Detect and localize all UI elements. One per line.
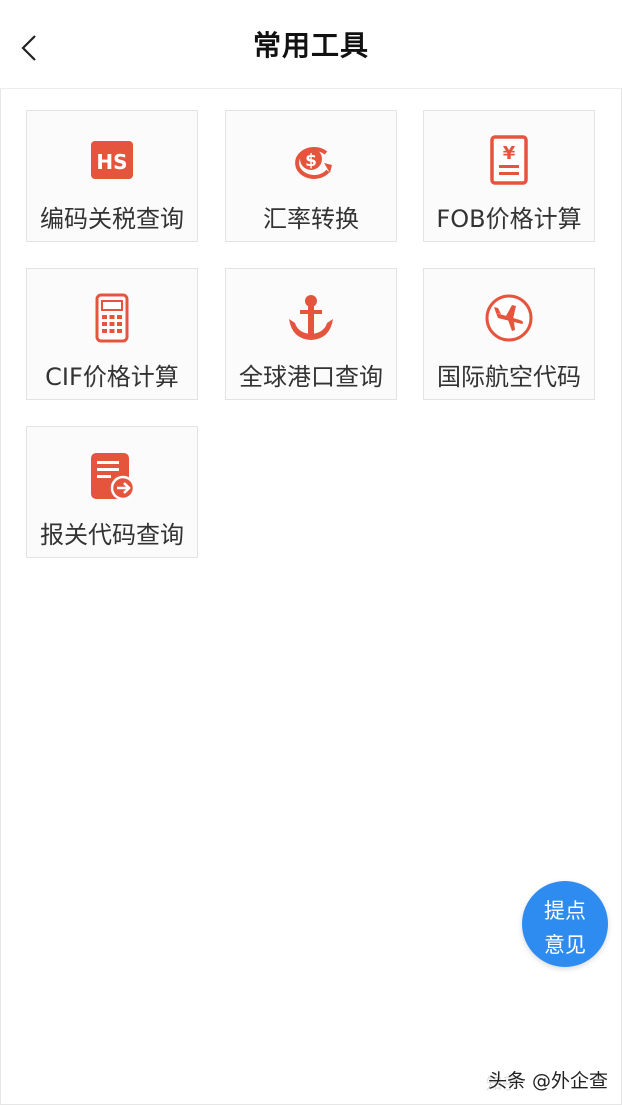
calculator-icon [95,293,129,343]
currency-exchange-icon: $ [295,146,332,179]
feedback-line1: 提点 [544,899,586,923]
tool-label: 国际航空代码 [437,363,581,391]
tool-label: 编码关税查询 [40,205,184,233]
airplane-icon [485,294,533,342]
hs-code-icon: HS [91,141,133,179]
tool-tile-airline-code[interactable]: 国际航空代码 [423,268,595,400]
feedback-line2: 意见 [544,933,586,957]
tool-tile-fob-price[interactable]: ¥ FOB价格计算 [423,110,595,242]
feedback-button[interactable]: 提点 意见 [522,881,608,967]
tool-label: CIF价格计算 [45,363,179,391]
tool-tile-customs-code[interactable]: 报关代码查询 [26,426,198,558]
svg-text:$: $ [305,151,317,171]
tool-tile-global-port[interactable]: 全球港口查询 [225,268,397,400]
tool-label: 汇率转换 [263,205,359,233]
tool-label: FOB价格计算 [436,205,582,233]
tool-tile-cif-price[interactable]: CIF价格计算 [26,268,198,400]
svg-text:HS: HS [96,150,127,174]
document-arrow-icon [91,453,136,501]
page-title: 常用工具 [252,29,369,62]
tool-label: 报关代码查询 [40,521,184,549]
tool-tile-hs-tariff[interactable]: HS 编码关税查询 [26,110,198,242]
yen-receipt-icon: ¥ [490,135,528,185]
tool-label: 全球港口查询 [239,363,383,391]
svg-text:¥: ¥ [503,143,516,164]
tool-tile-exchange-rate[interactable]: $ 汇率转换 [225,110,397,242]
anchor-icon [289,295,333,340]
watermark: 头条 @外企查 [487,1070,608,1092]
header-bar: 常用工具 [0,0,622,89]
